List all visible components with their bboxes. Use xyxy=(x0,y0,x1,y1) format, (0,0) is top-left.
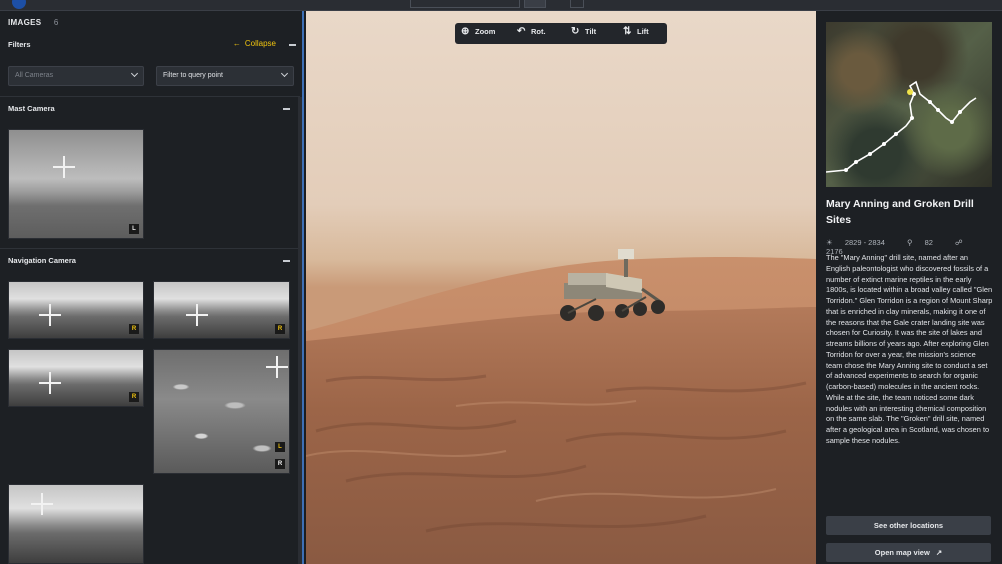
current-location-icon xyxy=(907,89,913,95)
tilt-icon: ↻ xyxy=(571,26,580,37)
query-filter-value: Filter to query point xyxy=(163,72,223,79)
camera-badge: R xyxy=(129,392,139,402)
rotate-button[interactable]: ↶ Rot. xyxy=(517,26,546,41)
arrow-left-icon: ← xyxy=(232,39,241,48)
camera-select-value: All Cameras xyxy=(15,72,54,79)
query-filter-select[interactable]: Filter to query point xyxy=(156,66,294,86)
filters-label: Filters xyxy=(8,40,31,49)
minus-icon[interactable] xyxy=(283,260,290,262)
lift-label: Lift xyxy=(637,27,649,36)
location-panel: Mary Anning and Groken Drill Sites ☀ 282… xyxy=(816,11,1002,564)
thumbnail-image[interactable]: L R xyxy=(153,349,290,474)
sol-stat: ☀ 2829 - 2834 xyxy=(826,238,895,247)
crosshair-icon xyxy=(53,156,75,178)
collapse-label: Collapse xyxy=(244,39,276,48)
external-link-icon: ↗ xyxy=(935,548,943,557)
minus-icon[interactable] xyxy=(289,44,296,46)
top-tab[interactable] xyxy=(410,0,520,8)
crosshair-icon xyxy=(266,356,288,378)
open-map-label: Open map view xyxy=(874,548,930,557)
chevron-down-icon xyxy=(130,69,139,78)
zoom-icon: ⊕ xyxy=(461,26,470,37)
traverse-path xyxy=(826,80,977,173)
crosshair-icon xyxy=(186,304,208,326)
tilt-label: Tilt xyxy=(585,27,597,36)
crosshair-icon xyxy=(31,493,53,515)
pin-icon: ⚲ xyxy=(906,238,913,247)
thumbnail-image[interactable]: R xyxy=(153,281,290,339)
images-count: 6 xyxy=(53,18,59,27)
lift-button[interactable]: ⇅ Lift xyxy=(623,26,649,41)
thumbnail-image[interactable]: R xyxy=(8,349,144,407)
location-description: The "Mary Anning" drill site, named afte… xyxy=(826,253,993,445)
app-logo-icon[interactable] xyxy=(12,0,26,9)
location-title: Mary Anning and Groken Drill Sites xyxy=(826,198,974,226)
top-tab[interactable] xyxy=(570,0,584,8)
top-bar xyxy=(0,0,1002,11)
section-title-navigation-camera: Navigation Camera xyxy=(8,256,76,265)
camera-toolbar: ⊕ Zoom ↶ Rot. ↻ Tilt ⇅ Lift xyxy=(455,23,667,44)
camera-badge: L xyxy=(129,224,139,234)
rotate-label: Rot. xyxy=(531,27,546,36)
images-stat: ⚲ 82 xyxy=(907,238,943,247)
images-label: IMAGES xyxy=(8,18,42,27)
top-tab[interactable] xyxy=(524,0,546,8)
lift-icon: ⇅ xyxy=(623,26,632,37)
sun-icon: ☀ xyxy=(826,238,833,247)
image-count: 82 xyxy=(924,238,933,247)
thumbnail-image[interactable]: R xyxy=(8,281,144,339)
images-header: IMAGES 6 xyxy=(8,18,59,27)
rotate-icon: ↶ xyxy=(517,26,526,37)
minimap[interactable] xyxy=(826,22,992,187)
divider xyxy=(0,248,300,249)
camera-badge: R xyxy=(129,324,139,334)
camera-select[interactable]: All Cameras xyxy=(8,66,144,86)
filters-row: Filters ← Collapse xyxy=(8,39,296,52)
tilt-button[interactable]: ↻ Tilt xyxy=(571,26,596,41)
camera-badge: R xyxy=(275,459,285,469)
scrollbar[interactable] xyxy=(298,97,302,564)
thumbnail-image[interactable] xyxy=(8,484,144,564)
crosshair-icon xyxy=(39,372,61,394)
camera-badge: L xyxy=(275,442,285,452)
network-icon: ☍ xyxy=(955,238,963,247)
section-title-mast-camera: Mast Camera xyxy=(8,104,55,113)
sol-range: 2829 - 2834 xyxy=(844,238,885,247)
open-map-view-button[interactable]: Open map view ↗ xyxy=(826,543,991,562)
camera-badge: R xyxy=(275,324,285,334)
zoom-button[interactable]: ⊕ Zoom xyxy=(461,26,495,41)
see-other-locations-button[interactable]: See other locations xyxy=(826,516,991,535)
chevron-down-icon xyxy=(280,69,289,78)
images-panel: IMAGES 6 Filters ← Collapse All Cameras F… xyxy=(0,11,304,564)
zoom-label: Zoom xyxy=(475,27,496,36)
rover-3d-view[interactable]: ⊕ Zoom ↶ Rot. ↻ Tilt ⇅ Lift xyxy=(306,11,816,564)
terrain-scene xyxy=(306,249,816,564)
thumbnail-image[interactable]: L xyxy=(8,129,144,239)
crosshair-icon xyxy=(39,304,61,326)
minus-icon[interactable] xyxy=(283,108,290,110)
divider xyxy=(0,96,300,97)
collapse-filters-button[interactable]: ← Collapse xyxy=(233,39,276,48)
